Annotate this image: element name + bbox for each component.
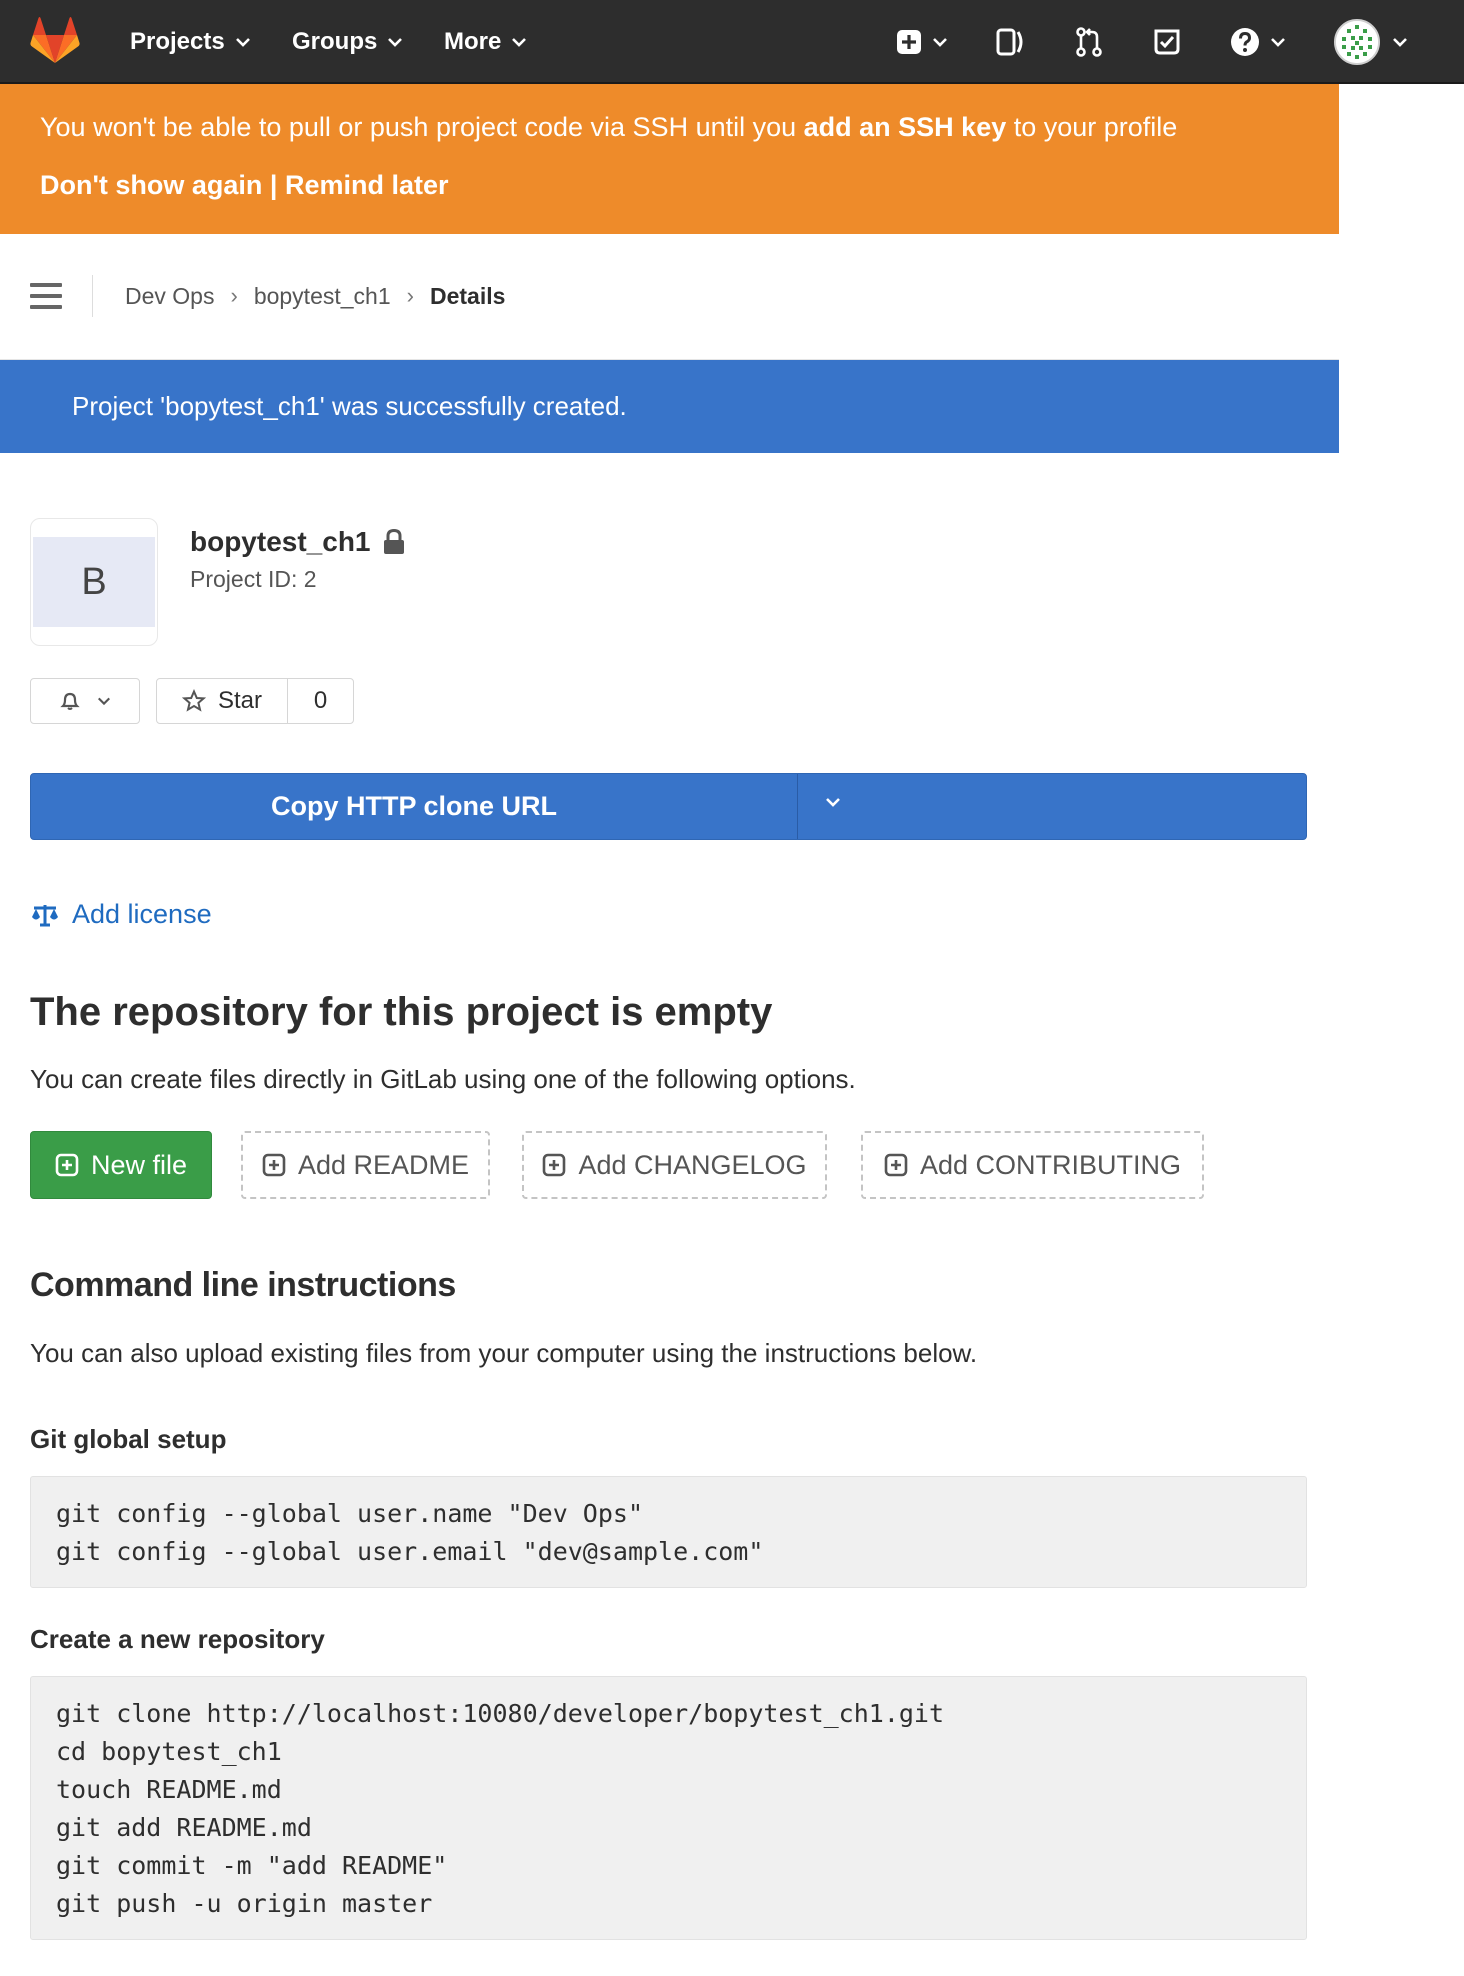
add-contributing-button[interactable]: Add CONTRIBUTING: [861, 1131, 1204, 1199]
chevron-down-icon: [98, 697, 110, 706]
lock-icon: [383, 529, 404, 554]
add-readme-label: Add README: [297, 1149, 470, 1180]
code-line: git config --global user.email "dev@samp…: [56, 1537, 764, 1566]
identicon-icon: [1336, 21, 1378, 63]
more-label: More: [444, 28, 502, 55]
code-line: cd bopytest_ch1: [56, 1737, 282, 1766]
merge-request-icon: [1076, 27, 1102, 57]
add-contributing-label: Add CONTRIBUTING: [919, 1149, 1182, 1180]
breadcrumb-separator: ›: [406, 283, 414, 308]
chevron-down-icon: [1393, 38, 1407, 47]
new-file-button[interactable]: New file: [30, 1131, 212, 1199]
breadcrumb-item-group[interactable]: Dev Ops: [125, 283, 214, 310]
flash-message: Project 'bopytest_ch1' was successfully …: [72, 391, 627, 421]
command-line-description: You can also upload existing files from …: [30, 1338, 978, 1368]
user-menu[interactable]: [1334, 19, 1408, 65]
code-line: git config --global user.name "Dev Ops": [56, 1499, 643, 1528]
copy-http-clone-url-button[interactable]: Copy HTTP clone URL: [31, 774, 798, 839]
add-changelog-button[interactable]: Add CHANGELOG: [522, 1131, 827, 1199]
code-line: git add README.md: [56, 1813, 312, 1842]
ssh-key-warning-banner: You won't be able to pull or push projec…: [0, 84, 1339, 234]
project-avatar-letter: B: [33, 537, 155, 627]
project-avatar: B: [30, 518, 158, 646]
plus-square-icon: [884, 1153, 908, 1177]
chevron-down-icon: [1271, 38, 1285, 47]
star-button[interactable]: Star: [157, 679, 288, 723]
groups-label: Groups: [292, 28, 378, 55]
git-global-setup-title: Git global setup: [30, 1424, 227, 1454]
code-line: git clone http://localhost:10080/develop…: [56, 1699, 945, 1728]
merge-requests-link[interactable]: [1074, 22, 1104, 62]
help-dropdown[interactable]: [1230, 22, 1286, 62]
code-line: git push -u origin master: [56, 1889, 433, 1918]
chevron-down-icon: [826, 798, 840, 807]
star-count[interactable]: 0: [288, 687, 353, 715]
issues-link[interactable]: [996, 22, 1026, 62]
breadcrumb-separator: ›: [230, 283, 238, 308]
clone-options-dropdown[interactable]: [798, 774, 868, 839]
breadcrumb-item-project[interactable]: bopytest_ch1: [254, 283, 391, 310]
add-readme-button[interactable]: Add README: [241, 1131, 490, 1199]
projects-label: Projects: [130, 28, 225, 55]
create-repo-title: Create a new repository: [30, 1624, 325, 1654]
star-icon: [181, 689, 206, 712]
command-line-title: Command line instructions: [30, 1266, 456, 1304]
add-license-label: Add license: [72, 899, 212, 929]
sidebar-toggle-icon[interactable]: [30, 283, 62, 309]
projects-dropdown[interactable]: Projects: [130, 0, 251, 84]
ssh-warning-message: You won't be able to pull or push projec…: [40, 112, 1177, 143]
git-global-setup-code: git config --global user.name "Dev Ops" …: [30, 1476, 1307, 1588]
gitlab-logo-icon[interactable]: [30, 17, 80, 65]
new-file-label: New file: [90, 1149, 188, 1180]
star-label: Star: [217, 687, 262, 714]
code-line: touch README.md: [56, 1775, 282, 1804]
chevron-down-icon: [388, 38, 403, 47]
clone-button-group: Copy HTTP clone URL: [30, 773, 1307, 840]
add-ssh-key-link[interactable]: add an SSH key: [804, 112, 1007, 142]
plus-square-icon: [543, 1153, 566, 1177]
chevron-down-icon: [512, 38, 527, 47]
scale-balance-icon: [32, 904, 58, 926]
help-icon: [1231, 28, 1259, 56]
ssh-warning-actions: Don't show again | Remind later: [40, 170, 449, 201]
breadcrumb-divider: [92, 275, 93, 317]
actions-separator: |: [262, 170, 285, 200]
new-dropdown[interactable]: [896, 22, 948, 62]
top-navbar: Projects Groups More: [0, 0, 1464, 84]
plus-square-icon: [897, 30, 921, 54]
remind-later-link[interactable]: Remind later: [285, 170, 449, 200]
empty-repo-subtitle: You can create files directly in GitLab …: [30, 1064, 856, 1094]
add-changelog-label: Add CHANGELOG: [578, 1149, 807, 1180]
add-license-link[interactable]: Add license: [30, 899, 212, 930]
todo-check-icon: [1154, 29, 1180, 55]
create-repo-code: git clone http://localhost:10080/develop…: [30, 1676, 1307, 1940]
notification-dropdown[interactable]: [30, 678, 140, 724]
user-avatar: [1334, 19, 1380, 65]
plus-square-icon: [55, 1153, 79, 1177]
todos-link[interactable]: [1152, 22, 1182, 62]
ssh-warning-text-end: to your profile: [1006, 112, 1178, 142]
code-line: git commit -m "add README": [56, 1851, 448, 1880]
chevron-down-icon: [933, 38, 947, 47]
project-name: bopytest_ch1: [190, 526, 371, 557]
project-id: Project ID: 2: [190, 566, 317, 592]
groups-dropdown[interactable]: Groups: [292, 0, 403, 84]
ssh-warning-text: You won't be able to pull or push projec…: [40, 112, 804, 142]
breadcrumb: Dev Ops › bopytest_ch1 › Details: [30, 274, 505, 318]
breadcrumb-item-current: Details: [429, 282, 506, 309]
bell-icon: [60, 692, 80, 710]
dont-show-again-link[interactable]: Don't show again: [40, 170, 262, 200]
more-dropdown[interactable]: More: [444, 0, 527, 84]
star-button-group: Star 0: [156, 678, 354, 724]
plus-square-icon: [262, 1153, 286, 1177]
project-title: bopytest_ch1: [190, 526, 405, 558]
flash-notice: Project 'bopytest_ch1' was successfully …: [0, 360, 1339, 453]
issues-icon: [996, 28, 1023, 56]
chevron-down-icon: [235, 38, 250, 47]
empty-repo-title: The repository for this project is empty: [30, 990, 773, 1034]
